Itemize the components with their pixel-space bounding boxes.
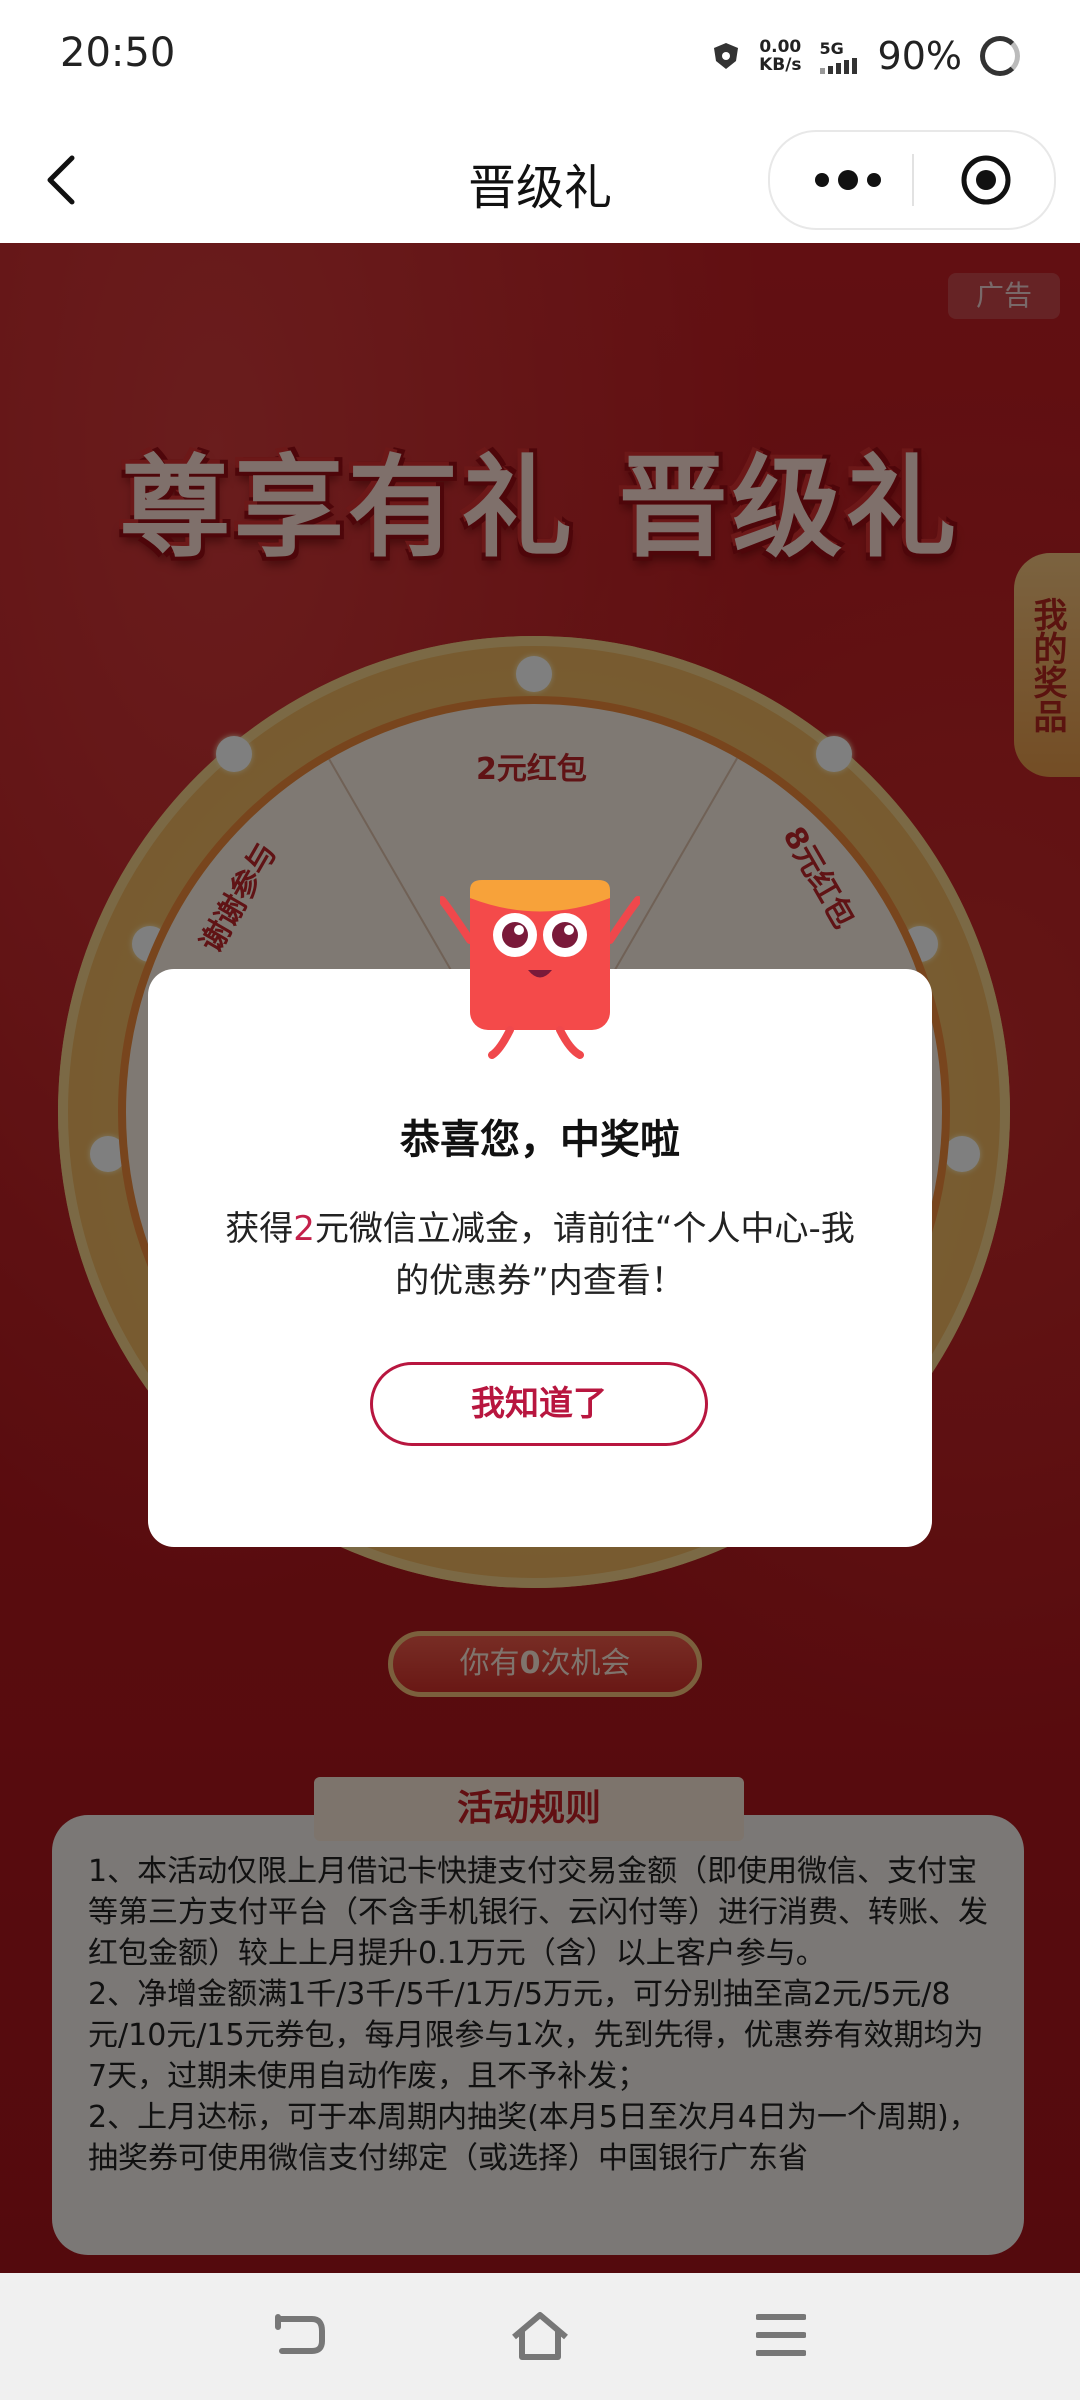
network-type: 5G — [819, 38, 844, 58]
capsule-divider — [912, 154, 914, 206]
back-gesture-icon[interactable] — [272, 2311, 328, 2359]
signal-bars-icon — [819, 57, 857, 74]
menu-icon[interactable] — [756, 2311, 806, 2359]
net-speed-value: 0.00 — [759, 37, 802, 57]
more-dots-icon[interactable] — [808, 162, 888, 198]
dialog-prize-amount: 2 — [293, 1209, 315, 1249]
dialog-msg-before: 获得 — [225, 1209, 294, 1249]
dialog-message: 获得2元微信立减金，请前往“个人中心-我的优惠券”内查看！ — [224, 1203, 856, 1307]
signal-indicator: 5G — [819, 38, 860, 74]
miniapp-capsule — [768, 130, 1056, 230]
battery-ring-icon — [980, 36, 1020, 76]
status-time: 20:50 — [60, 30, 176, 76]
dialog-title: 恭喜您，中奖啦 — [400, 1117, 680, 1163]
net-speed: 0.00 KB/s — [759, 38, 801, 74]
close-miniapp-icon[interactable] — [960, 154, 1012, 206]
got-it-button[interactable]: 我知道了 — [370, 1362, 708, 1446]
system-nav-bar — [0, 2273, 1080, 2400]
notification-shield-icon — [714, 43, 739, 69]
status-bar: 20:50 0.00 KB/s 5G 90% — [0, 0, 1080, 118]
status-icons: 0.00 KB/s 5G 90% — [711, 34, 1020, 78]
home-icon[interactable] — [510, 2311, 570, 2361]
dialog-msg-after: 元微信立减金，请前往“个人中心-我的优惠券”内查看！ — [314, 1209, 855, 1301]
nav-bar: 晋级礼 — [0, 118, 1080, 243]
net-speed-unit: KB/s — [759, 55, 802, 75]
battery-level: 90% — [877, 34, 962, 78]
red-envelope-mascot-icon — [440, 880, 640, 1059]
